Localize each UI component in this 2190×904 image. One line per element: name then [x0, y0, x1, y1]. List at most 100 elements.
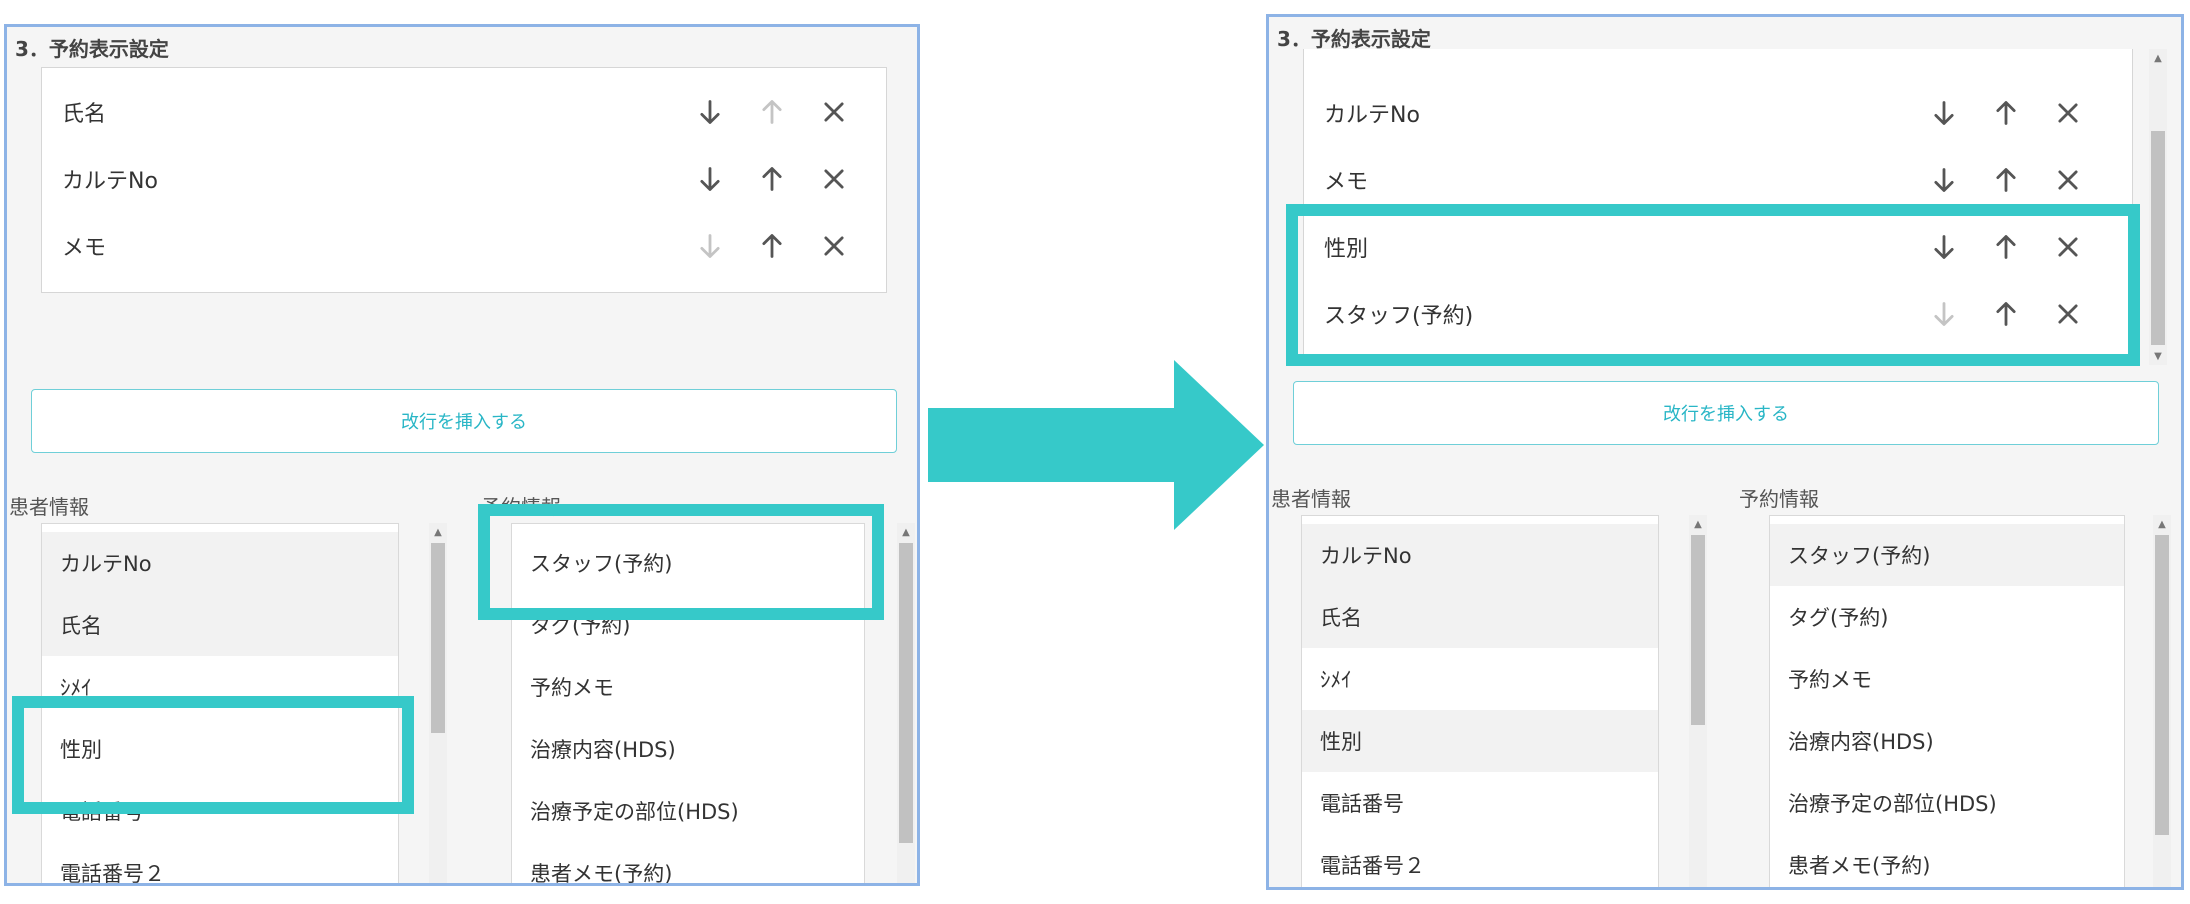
arrow-down-icon: [1934, 301, 1954, 326]
close-icon: [2058, 169, 2078, 190]
selected-item: カルテNo: [1304, 79, 2132, 146]
arrow-up-icon: [762, 166, 782, 191]
reservation-info-list: スタッフ(予約) タグ(予約) 予約メモ 治療内容(HDS) 治療予定の部位(H…: [1769, 515, 2125, 887]
move-up-button[interactable]: [754, 228, 790, 264]
list-item[interactable]: カルテNo: [42, 532, 398, 594]
insert-line-break-button[interactable]: 改行を挿入する: [31, 389, 897, 453]
list-item[interactable]: タグ(予約): [512, 594, 864, 656]
move-up-button[interactable]: [754, 161, 790, 197]
scroll-up-icon[interactable]: ▲: [1689, 517, 1707, 531]
arrow-down-icon: [700, 99, 720, 124]
arrow-up-icon: [762, 233, 782, 258]
list-item[interactable]: スタッフ(予約): [1770, 524, 2124, 586]
arrow-up-icon: [762, 99, 782, 124]
remove-button[interactable]: [2050, 95, 2086, 131]
scroll-thumb[interactable]: [2155, 535, 2169, 835]
scroll-thumb[interactable]: [1691, 535, 1705, 725]
list-item[interactable]: 性別: [1302, 710, 1658, 772]
scroll-thumb[interactable]: [431, 543, 445, 733]
arrow-up-icon: [1996, 234, 2016, 259]
close-icon: [824, 101, 844, 122]
remove-button[interactable]: [2050, 162, 2086, 198]
close-icon: [824, 235, 844, 256]
list-item[interactable]: 予約メモ: [512, 656, 864, 718]
list-item[interactable]: 電話番号: [42, 780, 398, 842]
list-item[interactable]: 患者メモ(予約): [512, 842, 864, 883]
list-item[interactable]: 患者メモ(予約): [1770, 834, 2124, 887]
move-down-button[interactable]: [692, 161, 728, 197]
remove-button[interactable]: [816, 94, 852, 130]
remove-button[interactable]: [816, 161, 852, 197]
list-item[interactable]: スタッフ(予約): [512, 532, 864, 594]
selected-item: 氏名: [42, 78, 886, 145]
settings-panel-after: 3．予約表示設定 カルテNo メモ 性別 スタッフ(予約) ▲ ▼ 改行を挿入す…: [1266, 14, 2184, 890]
section-title: 3．予約表示設定: [15, 37, 169, 61]
remove-button[interactable]: [816, 228, 852, 264]
scroll-up-icon[interactable]: ▲: [2153, 517, 2171, 531]
list-item[interactable]: 治療予定の部位(HDS): [512, 780, 864, 842]
scroll-up-icon[interactable]: ▲: [429, 525, 447, 539]
arrow-down-icon: [700, 233, 720, 258]
scroll-thumb[interactable]: [899, 543, 913, 843]
scroll-up-icon[interactable]: ▲: [2149, 51, 2167, 65]
list-item[interactable]: タグ(予約): [1770, 586, 2124, 648]
list-item[interactable]: 氏名: [1302, 586, 1658, 648]
move-up-button[interactable]: [1988, 296, 2024, 332]
move-up-button[interactable]: [1988, 95, 2024, 131]
list-item[interactable]: カルテNo: [1302, 524, 1658, 586]
move-down-button[interactable]: [692, 228, 728, 264]
list-item[interactable]: ｼﾒｲ: [1302, 648, 1658, 710]
selected-list-scrollbar[interactable]: ▲ ▼: [2149, 49, 2167, 365]
reservation-info-list: スタッフ(予約) タグ(予約) 予約メモ 治療内容(HDS) 治療予定の部位(H…: [511, 523, 865, 883]
reservation-info-label: 予約情報: [1739, 487, 1819, 511]
move-up-button[interactable]: [754, 94, 790, 130]
move-up-button[interactable]: [1988, 229, 2024, 265]
close-icon: [824, 168, 844, 189]
move-down-button[interactable]: [1926, 296, 1962, 332]
list-item[interactable]: 予約メモ: [1770, 648, 2124, 710]
list-item[interactable]: 治療内容(HDS): [1770, 710, 2124, 772]
selected-items-list: カルテNo メモ 性別 スタッフ(予約): [1303, 49, 2133, 365]
list-item[interactable]: 治療内容(HDS): [512, 718, 864, 780]
scroll-up-icon[interactable]: ▲: [897, 525, 915, 539]
list-item[interactable]: 治療予定の部位(HDS): [1770, 772, 2124, 834]
reservation-list-scrollbar[interactable]: ▲: [2153, 515, 2171, 887]
patient-list-scrollbar[interactable]: ▲: [429, 523, 447, 883]
list-item[interactable]: ｼﾒｲ: [42, 656, 398, 718]
arrow-up-icon: [1996, 100, 2016, 125]
arrow-up-icon: [1996, 301, 2016, 326]
remove-button[interactable]: [2050, 296, 2086, 332]
move-down-button[interactable]: [1926, 162, 1962, 198]
list-item[interactable]: 電話番号２: [1302, 834, 1658, 887]
move-down-button[interactable]: [692, 94, 728, 130]
scroll-down-icon[interactable]: ▼: [2149, 349, 2167, 363]
patient-info-list: カルテNo 氏名 ｼﾒｲ 性別 電話番号 電話番号２: [1301, 515, 1659, 887]
selected-item-label: 性別: [1324, 236, 1369, 262]
list-item[interactable]: 電話番号２: [42, 842, 398, 883]
reservation-info-label: 予約情報: [481, 495, 561, 519]
remove-button[interactable]: [2050, 229, 2086, 265]
selected-item-label: カルテNo: [1324, 102, 1420, 128]
selected-item: メモ: [1304, 146, 2132, 213]
close-icon: [2058, 303, 2078, 324]
selected-item-label: メモ: [1324, 169, 1369, 195]
reservation-list-scrollbar[interactable]: ▲: [897, 523, 915, 883]
move-down-button[interactable]: [1926, 229, 1962, 265]
arrow-down-icon: [700, 166, 720, 191]
selected-item: メモ: [42, 212, 886, 279]
selected-item: カルテNo: [42, 145, 886, 212]
patient-info-list: カルテNo 氏名 ｼﾒｲ 性別 電話番号 電話番号２: [41, 523, 399, 883]
list-item[interactable]: 氏名: [42, 594, 398, 656]
selected-item-label: カルテNo: [62, 168, 158, 194]
list-item[interactable]: 性別: [42, 718, 398, 780]
list-item[interactable]: 電話番号: [1302, 772, 1658, 834]
arrow-up-icon: [1996, 167, 2016, 192]
patient-info-label: 患者情報: [9, 495, 89, 519]
patient-list-scrollbar[interactable]: ▲: [1689, 515, 1707, 887]
insert-line-break-button[interactable]: 改行を挿入する: [1293, 381, 2159, 445]
selected-item: 性別: [1304, 213, 2132, 280]
selected-items-list: 氏名 カルテNo メモ: [41, 67, 887, 293]
move-down-button[interactable]: [1926, 95, 1962, 131]
move-up-button[interactable]: [1988, 162, 2024, 198]
scroll-thumb[interactable]: [2151, 131, 2165, 345]
